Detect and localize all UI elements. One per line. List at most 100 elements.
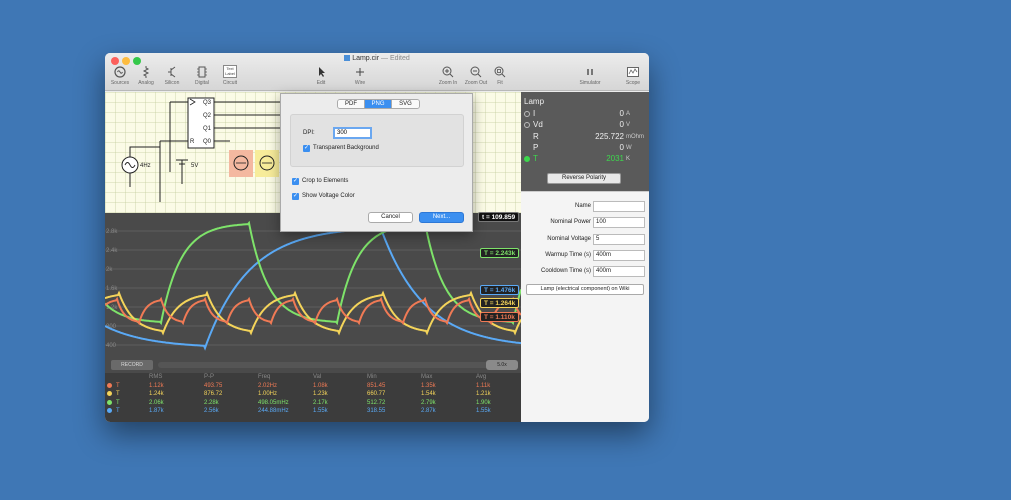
reverse-polarity-button[interactable]: Reverse Polarity <box>547 173 621 184</box>
trace-blue <box>105 223 521 351</box>
scope-y-tick: 2.8k <box>106 229 118 235</box>
cooldown-time-input[interactable]: 400m <box>593 266 645 277</box>
record-bar: RECORD 5.0x <box>105 358 521 373</box>
scope-icon <box>626 65 640 79</box>
fit-icon <box>493 65 507 79</box>
probe-radio-selected[interactable] <box>524 156 530 162</box>
time-slider[interactable] <box>158 362 518 368</box>
window-title: Lamp.cir — Edited <box>105 55 649 62</box>
tab-png[interactable]: PNG <box>365 100 392 108</box>
analog-button[interactable]: Analog <box>135 65 157 86</box>
scope-y-tick: 2k <box>106 267 113 273</box>
crosshair-icon <box>353 65 367 79</box>
crop-to-elements-checkbox[interactable]: ✓ <box>292 178 299 185</box>
lamp-1[interactable] <box>229 150 253 177</box>
cancel-button[interactable]: Cancel <box>368 212 413 223</box>
inspector-panel: Lamp I 0 A Vd 0 V R 225.722 mOhm P 0 W T… <box>521 92 649 191</box>
pin-r-label: R <box>190 139 195 145</box>
transistor-icon <box>165 65 179 79</box>
property-name: Name <box>521 201 649 212</box>
pin-q2-label: Q2 <box>203 113 212 119</box>
tab-pdf[interactable]: PDF <box>338 100 365 108</box>
stats-row[interactable]: T 1.24k 876.72 1.00Hz 1.23k 660.77 1.54k 1.21k <box>105 390 521 399</box>
resistor-icon <box>139 65 153 79</box>
trace-green <box>105 220 521 326</box>
fit-button[interactable]: Fit <box>492 65 508 86</box>
probe-radio[interactable] <box>524 122 530 128</box>
circuit-button[interactable]: Text Label Circuit <box>219 65 241 86</box>
properties-panel: Name Nominal Power 100 Nominal Voltage 5… <box>521 191 649 422</box>
battery-symbol <box>176 159 188 184</box>
record-button[interactable]: RECORD <box>111 360 153 370</box>
trace-color-dot <box>107 391 112 397</box>
chip-icon <box>195 65 209 79</box>
export-dialog: PDF PNG SVG DPI: 300 ✓ Transparent Backg… <box>280 93 473 232</box>
scope-y-tick: 1.6k <box>106 286 118 292</box>
pointer-icon <box>314 65 328 79</box>
transparent-background-checkbox[interactable]: ✓ <box>303 145 310 152</box>
inspector-row-voltage[interactable]: Vd 0 V <box>524 120 646 131</box>
sources-button[interactable]: Sources <box>109 65 131 86</box>
tab-svg[interactable]: SVG <box>392 100 419 108</box>
stats-row[interactable]: T 2.06k 2.28k 498.05mHz 2.17k 512.72 2.79k 1.9… <box>105 399 521 408</box>
dpi-label: DPI: <box>303 130 315 136</box>
scope-panel[interactable]: 2.8k 2.4k 2k 1.6k 1.2k 800 400 <box>105 213 521 361</box>
property-cooldown-time: Cooldown Time (s) 400m <box>521 266 649 277</box>
warmup-time-input[interactable]: 400m <box>593 250 645 261</box>
show-voltage-color-label: Show Voltage Color <box>302 193 355 199</box>
scope-plot: 2.8k2.4k2k1.6k1.2k800400 <box>105 220 521 351</box>
zoom-in-button[interactable]: Zoom In <box>436 65 460 86</box>
name-input[interactable] <box>593 201 645 212</box>
next-button[interactable]: Next... <box>419 212 464 223</box>
probe-radio[interactable] <box>524 111 530 117</box>
zoom-out-icon <box>469 65 483 79</box>
document-icon <box>344 55 351 62</box>
battery-voltage-label: 5V <box>191 163 198 169</box>
wire-tool-button[interactable]: Wire <box>350 65 370 86</box>
stats-row[interactable]: T 1.12k 493.75 2.02Hz 1.08k 851.45 1.35k 1.11k <box>105 382 521 391</box>
png-options-box: DPI: 300 ✓ Transparent Background <box>290 114 464 167</box>
format-segmented-control: PDF PNG SVG <box>337 99 420 109</box>
scope-button[interactable]: Scope <box>623 65 643 86</box>
simulator-button[interactable]: Simulator <box>576 65 604 86</box>
scope-y-tick: 400 <box>106 343 117 349</box>
trace-label-orange[interactable]: T = 1.110k <box>480 312 519 322</box>
inspector-row-resistance: R 225.722 mOhm <box>533 132 644 141</box>
dpi-input[interactable]: 300 <box>333 127 372 139</box>
stats-header-rms: RMS <box>149 374 163 381</box>
pin-q1-label: Q1 <box>203 126 212 132</box>
trace-color-dot <box>107 408 112 414</box>
trace-label-green[interactable]: T = 2.243k <box>480 248 520 258</box>
trace-label-yellow[interactable]: T = 1.264k <box>480 298 520 308</box>
show-voltage-color-checkbox[interactable]: ✓ <box>292 193 299 200</box>
edit-tool-button[interactable]: Edit <box>311 65 331 86</box>
stats-header-row: RMS P-P Freq Val Min Max Avg <box>105 373 521 382</box>
nominal-power-input[interactable]: 100 <box>593 217 645 228</box>
silicon-button[interactable]: Silicon <box>161 65 183 86</box>
nominal-voltage-input[interactable]: 5 <box>593 234 645 245</box>
zoom-out-button[interactable]: Zoom Out <box>463 65 489 86</box>
inspector-row-temperature[interactable]: T 2031 K <box>524 154 646 165</box>
lamp-2[interactable] <box>255 150 279 177</box>
scope-y-tick: 2.4k <box>106 248 118 254</box>
pin-q3-label: Q3 <box>203 100 212 106</box>
titlebar: Lamp.cir — Edited Sources Analog Silicon… <box>105 53 649 91</box>
digital-button[interactable]: Digital <box>191 65 213 86</box>
crop-to-elements-label: Crop to Elements <box>302 178 349 184</box>
stats-header-max: Max <box>421 374 433 381</box>
text-label-icon: Text Label <box>223 65 237 79</box>
inspector-title: Lamp <box>524 97 545 106</box>
inspector-row-current[interactable]: I 0 A <box>524 109 646 120</box>
speed-button[interactable]: 5.0x <box>486 360 518 370</box>
stats-row[interactable]: T 1.87k 2.56k 244.88mHz 1.55k 318.55 2.87k 1.5… <box>105 407 521 416</box>
source-icon <box>113 65 127 79</box>
trace-color-dot <box>107 399 112 405</box>
property-nominal-voltage: Nominal Voltage 5 <box>521 234 649 245</box>
wiki-button[interactable]: Lamp (electrical component) on Wiki <box>526 284 644 295</box>
pin-q0-label: Q0 <box>203 139 212 145</box>
inspector-row-power: P 0 W <box>533 143 632 152</box>
zoom-in-icon <box>441 65 455 79</box>
stats-header-freq: Freq <box>258 374 271 381</box>
trace-label-blue[interactable]: T = 1.476k <box>480 285 520 295</box>
pause-icon <box>583 65 597 79</box>
